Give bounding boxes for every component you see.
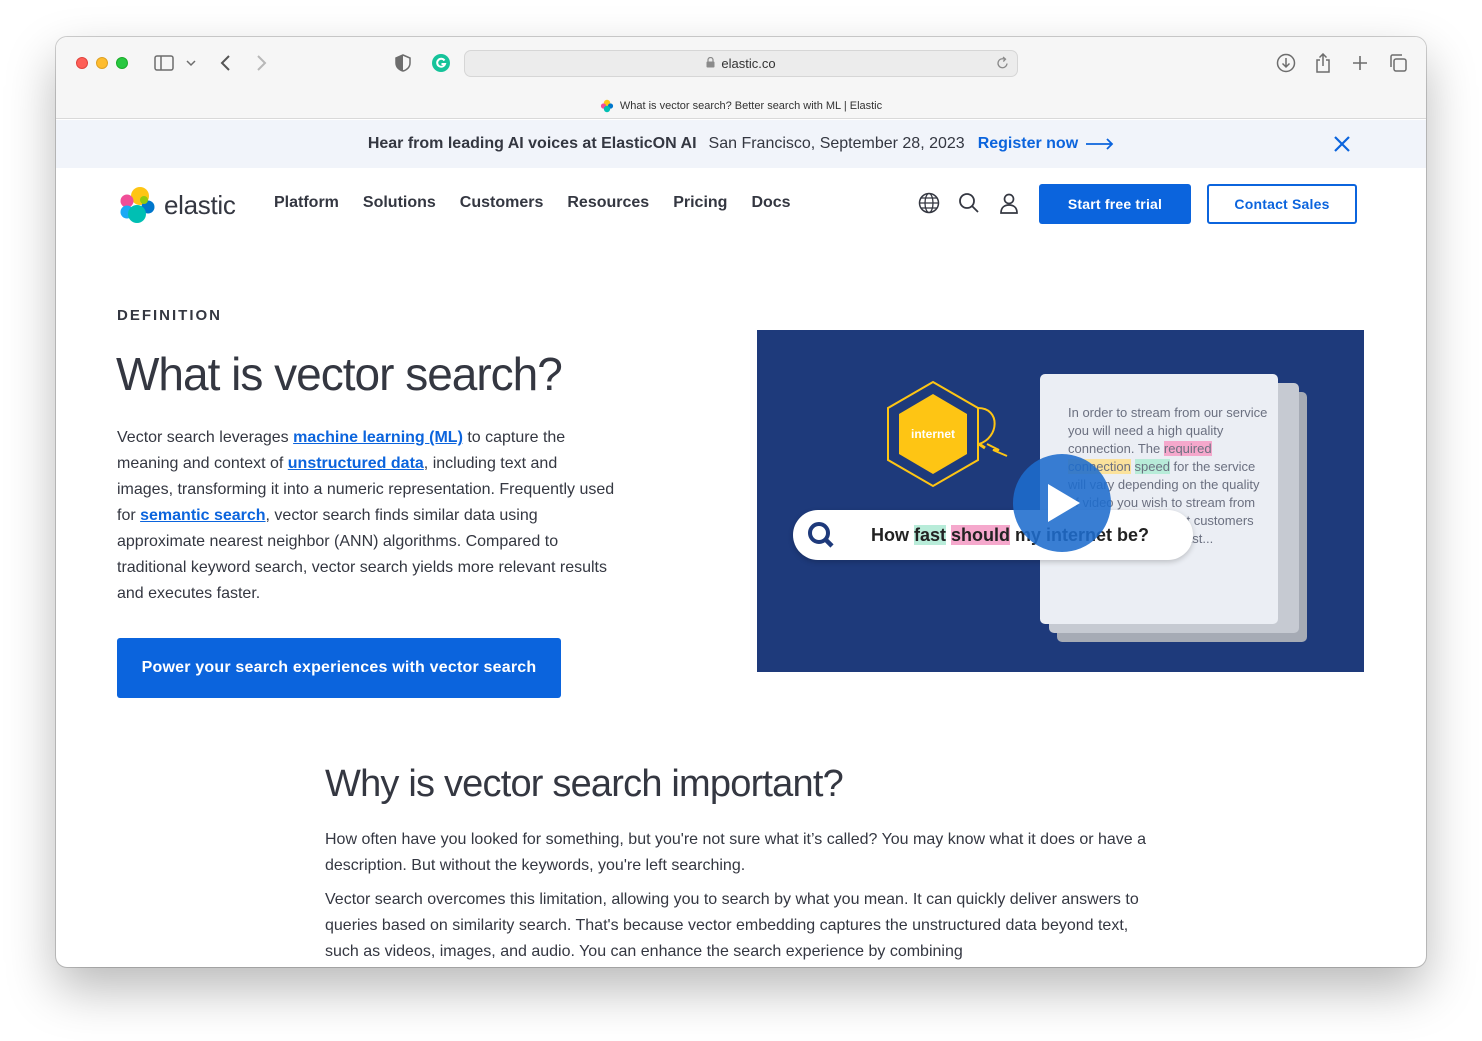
- page-title: What is vector search?: [116, 348, 563, 400]
- browser-toolbar: elastic.co What is vector search? Better…: [56, 37, 1426, 119]
- doc-highlight-3: speed: [1134, 459, 1170, 474]
- banner-date: San Francisco, September 28, 2023: [708, 135, 965, 152]
- start-free-trial-button[interactable]: Start free trial: [1039, 184, 1191, 224]
- play-icon: [1048, 484, 1080, 522]
- video-player[interactable]: In order to stream from our service you …: [757, 330, 1364, 672]
- close-window-button[interactable]: [76, 57, 88, 69]
- register-now-link[interactable]: Register now: [978, 135, 1114, 153]
- main-nav: elastic Platform Solutions Customers Res…: [56, 168, 1426, 240]
- section-paragraph-2: Vector search overcomes this limitation,…: [325, 891, 1139, 960]
- contact-sales-button[interactable]: Contact Sales: [1207, 184, 1357, 224]
- banner-title: Hear from leading AI voices at ElasticON…: [367, 135, 697, 152]
- back-icon[interactable]: [216, 51, 236, 75]
- close-icon[interactable]: [1332, 134, 1352, 154]
- unstructured-data-link[interactable]: unstructured data: [288, 455, 424, 472]
- reload-icon[interactable]: [996, 56, 1009, 73]
- query-search-icon: [808, 522, 834, 548]
- grammarly-icon[interactable]: [431, 51, 451, 75]
- section-heading: Why is vector search important?: [325, 763, 844, 805]
- query-text-1: How: [871, 524, 914, 545]
- elastic-favicon-icon: [600, 99, 613, 113]
- lock-icon: [706, 56, 715, 71]
- globe-icon[interactable]: [918, 192, 940, 214]
- user-icon[interactable]: [998, 192, 1020, 214]
- forward-icon[interactable]: [251, 51, 271, 75]
- new-tab-icon[interactable]: [1349, 51, 1371, 75]
- machine-learning-link[interactable]: machine learning (ML): [293, 429, 463, 446]
- active-tab[interactable]: What is vector search? Better search wit…: [56, 93, 1426, 119]
- elastic-logo-icon: [120, 187, 155, 223]
- elastic-logo[interactable]: elastic: [118, 185, 236, 225]
- play-button[interactable]: [1013, 454, 1111, 552]
- download-icon[interactable]: [1275, 51, 1297, 75]
- nav-customers[interactable]: Customers: [460, 194, 544, 212]
- search-icon[interactable]: [958, 192, 980, 214]
- browser-window: elastic.co What is vector search? Better…: [56, 37, 1426, 967]
- query-text: How fast should my internet be?: [871, 524, 1149, 546]
- doc-highlight-1: required: [1163, 441, 1212, 456]
- query-highlight-1: fast: [914, 524, 947, 545]
- register-now-label: Register now: [977, 135, 1079, 152]
- hexagon-label: internet: [911, 427, 955, 441]
- tab-title: What is vector search? Better search wit…: [619, 100, 883, 112]
- vector-search-cta-button[interactable]: Power your search experiences with vecto…: [117, 638, 561, 698]
- nav-solutions[interactable]: Solutions: [363, 194, 436, 212]
- definition-eyebrow: DEFINITION: [117, 307, 222, 324]
- query-highlight-2: should: [951, 524, 1011, 545]
- minimize-window-button[interactable]: [96, 57, 108, 69]
- nav-links: Platform Solutions Customers Resources P…: [274, 194, 815, 212]
- nav-platform[interactable]: Platform: [274, 194, 339, 212]
- nav-resources[interactable]: Resources: [567, 194, 649, 212]
- section-paragraph-1: How often have you looked for something,…: [325, 831, 1147, 874]
- address-url: elastic.co: [721, 56, 776, 71]
- announcement-banner: Hear from leading AI voices at ElasticON…: [56, 120, 1426, 168]
- arrow-right-icon: [1086, 138, 1114, 150]
- shield-icon[interactable]: [393, 51, 413, 75]
- nav-pricing[interactable]: Pricing: [673, 194, 727, 212]
- chevron-down-icon[interactable]: [184, 51, 198, 75]
- share-icon[interactable]: [1312, 51, 1334, 75]
- video-query-bar: How fast should my internet be?: [793, 510, 1193, 560]
- tabs-overview-icon[interactable]: [1387, 51, 1409, 75]
- hero-text-1: Vector search leverages: [117, 429, 294, 446]
- hero-description: Vector search leverages machine learning…: [117, 425, 617, 607]
- zoom-window-button[interactable]: [116, 57, 128, 69]
- nav-docs[interactable]: Docs: [751, 194, 790, 212]
- sidebar-icon[interactable]: [152, 51, 176, 75]
- semantic-search-link[interactable]: semantic search: [140, 507, 265, 524]
- logo-text: elastic: [164, 189, 236, 220]
- address-bar[interactable]: elastic.co: [464, 50, 1018, 77]
